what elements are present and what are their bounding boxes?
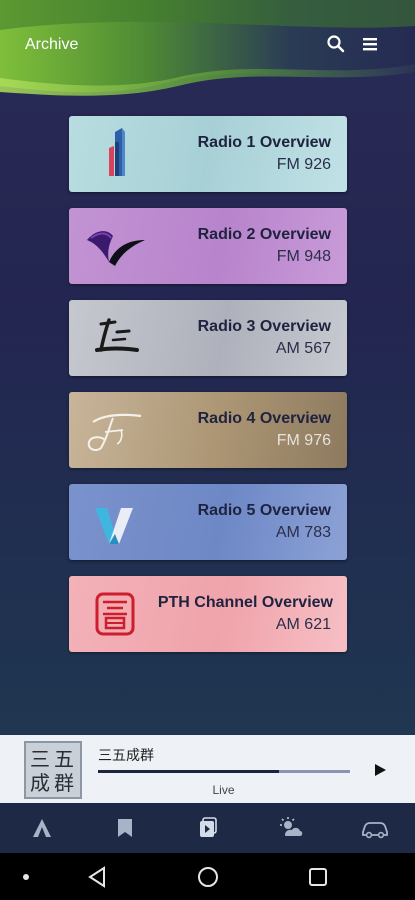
station-title: Radio 5 Overview xyxy=(197,502,331,519)
station-card-radio-2[interactable]: Radio 2 Overview FM 948 xyxy=(69,208,347,284)
play-icon xyxy=(375,764,386,776)
station-frequency: AM 783 xyxy=(275,524,331,541)
search-icon[interactable] xyxy=(326,34,346,54)
radio-4-logo-icon xyxy=(79,402,149,458)
radio-5-logo-icon xyxy=(79,494,149,550)
progress-fill xyxy=(98,770,280,773)
station-title: Radio 3 Overview xyxy=(197,318,331,335)
station-title: PTH Channel Overview xyxy=(157,594,333,611)
header-wave-background xyxy=(0,0,415,110)
bottom-tab-bar xyxy=(0,803,415,853)
album-art-char: 三 xyxy=(30,747,50,771)
header: Archive xyxy=(0,0,415,110)
station-frequency: AM 621 xyxy=(275,616,331,633)
bookmark-icon[interactable] xyxy=(112,815,138,841)
album-art-char: 五 xyxy=(54,747,74,771)
mini-player[interactable]: 三 五 成 群 三五成群 Live xyxy=(0,735,415,803)
page-title: Archive xyxy=(25,36,79,53)
station-title: Radio 4 Overview xyxy=(197,410,331,427)
home-icon[interactable] xyxy=(29,815,55,841)
progress-bar[interactable] xyxy=(98,770,350,773)
live-status: Live xyxy=(212,783,235,797)
station-title: Radio 1 Overview xyxy=(197,134,331,151)
station-card-pth-channel[interactable]: PTH Channel Overview AM 621 xyxy=(69,576,347,652)
station-frequency: AM 567 xyxy=(275,340,331,357)
station-frequency: FM 948 xyxy=(276,248,331,265)
weather-icon[interactable] xyxy=(278,815,304,841)
station-frequency: FM 976 xyxy=(276,432,331,449)
pth-seal-icon xyxy=(79,586,149,642)
radio-2-logo-icon xyxy=(79,218,149,274)
track-title: 三五成群 xyxy=(98,748,154,764)
station-card-radio-3[interactable]: Radio 3 Overview AM 567 xyxy=(69,300,347,376)
app-screen: Archive Radio 1 Overview FM 926 Radio 2 … xyxy=(0,0,415,900)
playlist-icon[interactable] xyxy=(195,815,221,841)
back-icon[interactable] xyxy=(86,865,110,889)
station-list: Radio 1 Overview FM 926 Radio 2 Overview… xyxy=(69,116,347,668)
station-title: Radio 2 Overview xyxy=(197,226,331,243)
recents-icon[interactable] xyxy=(306,865,330,889)
radio-1-logo-icon xyxy=(79,126,149,182)
station-card-radio-1[interactable]: Radio 1 Overview FM 926 xyxy=(69,116,347,192)
home-circle-icon[interactable] xyxy=(196,865,220,889)
radio-3-logo-icon xyxy=(79,310,149,366)
station-card-radio-4[interactable]: Radio 4 Overview FM 976 xyxy=(69,392,347,468)
system-navigation-bar xyxy=(0,853,415,900)
station-card-radio-5[interactable]: Radio 5 Overview AM 783 xyxy=(69,484,347,560)
station-frequency: FM 926 xyxy=(276,156,331,173)
dot-icon xyxy=(16,865,40,889)
menu-icon[interactable] xyxy=(360,34,380,54)
play-button[interactable] xyxy=(372,762,388,778)
traffic-car-icon[interactable] xyxy=(360,815,390,841)
